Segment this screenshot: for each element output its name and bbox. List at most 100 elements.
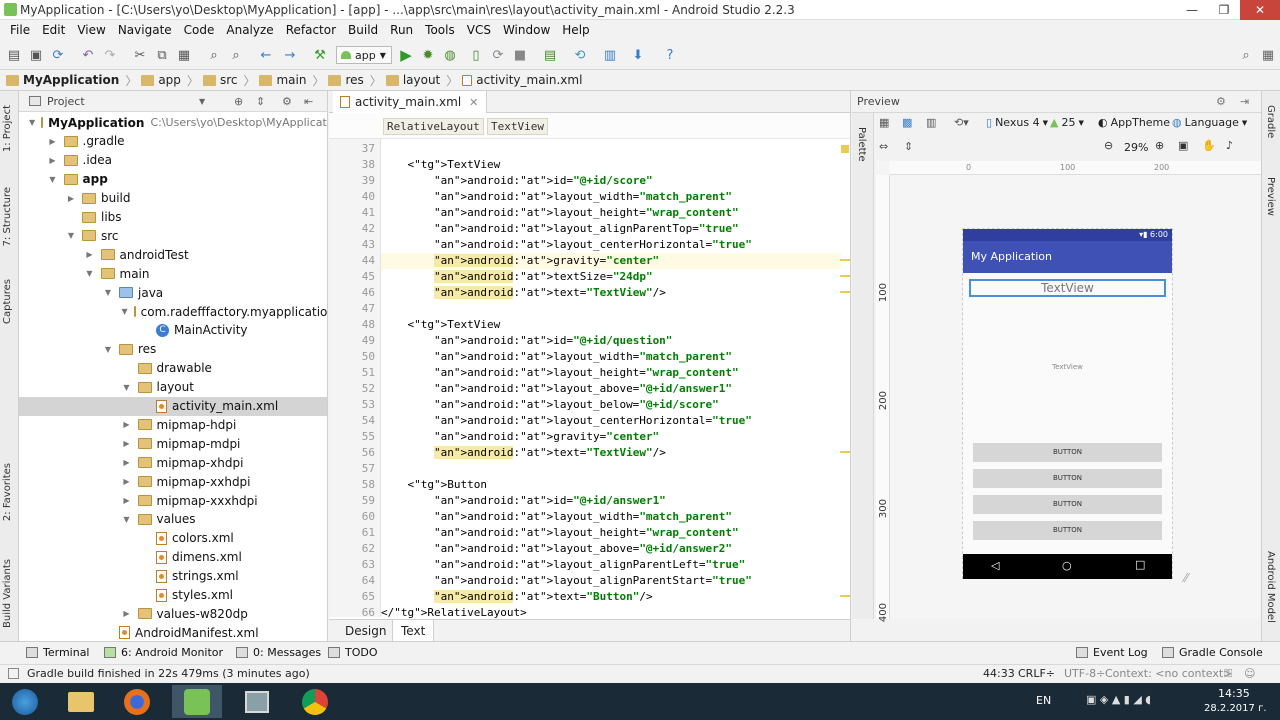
orientation-icon[interactable]: ⟲▾	[954, 116, 969, 129]
tool-tab-captures[interactable]: Captures	[2, 279, 13, 324]
debug-icon[interactable]: ✹	[420, 47, 436, 63]
language-select[interactable]: ◍ Language ▼	[1172, 116, 1247, 129]
menu-item-window[interactable]: Window	[497, 23, 556, 37]
menu-item-run[interactable]: Run	[384, 23, 419, 37]
sync-gradle-icon[interactable]: ⟲	[572, 47, 588, 63]
menu-item-vcs[interactable]: VCS	[461, 23, 497, 37]
terminal-tool[interactable]: Terminal	[26, 646, 90, 659]
blueprint-icon[interactable]: ▩	[902, 116, 912, 129]
warning-stripe[interactable]	[840, 259, 850, 261]
tree-item[interactable]: ▶ mipmap-xxhdpi	[19, 472, 327, 491]
maximize-icon[interactable]: ❐	[1208, 0, 1240, 20]
notification-icon[interactable]: ♪	[1226, 139, 1233, 152]
event-log-tool[interactable]: Event Log	[1076, 646, 1148, 659]
hide-panel-icon[interactable]: ⇥	[1240, 95, 1249, 108]
tree-item[interactable]: ▼ java	[19, 283, 327, 302]
project-structure-icon[interactable]: ▥	[602, 47, 618, 63]
gear-icon[interactable]: ⚙	[1216, 95, 1226, 108]
theme-select[interactable]: ◐ AppTheme	[1098, 116, 1170, 129]
warning-marker-icon[interactable]	[841, 145, 849, 153]
tree-item[interactable]: activity_main.xml	[19, 396, 327, 416]
lock-icon[interactable]: ⚿	[1224, 667, 1232, 681]
expanded-arrow-icon[interactable]: ▼	[122, 383, 132, 392]
tab-text[interactable]: Text	[392, 620, 435, 641]
tree-item[interactable]: strings.xml	[19, 567, 327, 586]
fit-icon[interactable]: ⇕	[904, 140, 913, 153]
avd-manager-icon[interactable]: ▤	[542, 47, 558, 63]
open-folder-icon[interactable]: ▤	[6, 47, 22, 63]
zoom-to-fit-icon[interactable]: ▣	[1178, 139, 1188, 152]
tool-tab-build-variants[interactable]: Build Variants	[2, 559, 13, 628]
palette-tab[interactable]: Palette	[856, 127, 867, 162]
breadcrumb-item[interactable]: MyApplication 〉	[6, 72, 137, 89]
phone-button-1[interactable]: BUTTON	[973, 443, 1162, 462]
layout-icon[interactable]: ▥	[926, 116, 936, 129]
api-select[interactable]: ▲ 25 ▼	[1050, 116, 1084, 129]
tree-item[interactable]: dimens.xml	[19, 548, 327, 567]
taskbar-firefox[interactable]	[112, 685, 162, 718]
breadcrumb-item[interactable]: main 〉	[259, 72, 324, 89]
tool-tab-android-model[interactable]: Android Model	[1265, 551, 1276, 623]
score-textview[interactable]: TextView	[969, 279, 1166, 297]
tree-item[interactable]: ▼ values	[19, 510, 327, 529]
breadcrumb-item[interactable]: layout 〉	[385, 72, 458, 89]
warning-stripe[interactable]	[840, 595, 850, 597]
tool-tab-structure[interactable]: 7: Structure	[2, 187, 13, 246]
copy-icon[interactable]: ⧉	[154, 47, 170, 63]
menu-item-file[interactable]: File	[4, 23, 36, 37]
breadcrumb-item[interactable]: res 〉	[328, 72, 382, 89]
paste-icon[interactable]: ▦	[176, 47, 192, 63]
tree-item[interactable]: ▼ res	[19, 340, 327, 359]
back-icon[interactable]: ←	[258, 47, 274, 63]
expanded-arrow-icon[interactable]: ▼	[29, 118, 35, 127]
tab-activity-main[interactable]: activity_main.xml ✕	[333, 91, 488, 113]
zoom-out-icon[interactable]: ⊖	[1104, 139, 1113, 152]
collapsed-arrow-icon[interactable]: ▶	[66, 194, 76, 203]
start-button[interactable]	[0, 685, 50, 718]
tree-item[interactable]: styles.xml	[19, 586, 327, 605]
menu-item-edit[interactable]: Edit	[36, 23, 71, 37]
collapse-all-icon[interactable]: ⇕	[256, 95, 265, 108]
warning-stripe[interactable]	[840, 291, 850, 293]
close-icon[interactable]: ✕	[1240, 0, 1280, 20]
tree-item[interactable]: drawable	[19, 359, 327, 378]
gear-icon[interactable]: ⚙	[282, 95, 292, 108]
phone-button-2[interactable]: BUTTON	[973, 469, 1162, 488]
scroll-from-source-icon[interactable]: ⊕	[234, 95, 243, 108]
settings-icon[interactable]: ▦	[1260, 47, 1276, 63]
project-view-selector[interactable]: Project	[47, 95, 85, 108]
menu-item-help[interactable]: Help	[556, 23, 595, 37]
tree-item[interactable]: colors.xml	[19, 529, 327, 548]
expanded-arrow-icon[interactable]: ▼	[103, 288, 113, 297]
tree-item[interactable]: ▶ mipmap-mdpi	[19, 434, 327, 453]
todo-tool[interactable]: TODO	[328, 646, 378, 659]
menu-item-refactor[interactable]: Refactor	[280, 23, 342, 37]
pan-icon[interactable]: ⇔	[879, 140, 888, 153]
find-icon[interactable]: ⌕	[206, 47, 222, 63]
input-language[interactable]: EN	[1036, 694, 1051, 707]
collapsed-arrow-icon[interactable]: ▶	[122, 609, 132, 618]
search-everywhere-icon[interactable]: ⌕	[1238, 47, 1254, 63]
tag-crumb-textview[interactable]: TextView	[487, 118, 548, 135]
sync-icon[interactable]: ⟳	[50, 47, 66, 63]
cut-icon[interactable]: ✂	[132, 47, 148, 63]
menu-item-view[interactable]: View	[71, 23, 111, 37]
taskbar-chrome[interactable]	[290, 685, 340, 718]
tree-item[interactable]: ▼ MyApplication C:\Users\yo\Desktop\MyAppl…	[19, 113, 327, 132]
sdk-manager-icon[interactable]: ⬇	[630, 47, 646, 63]
minimize-icon[interactable]: —	[1176, 0, 1208, 20]
collapsed-arrow-icon[interactable]: ▶	[122, 420, 132, 429]
expanded-arrow-icon[interactable]: ▼	[122, 307, 128, 316]
close-tab-icon[interactable]: ✕	[469, 96, 478, 109]
menu-item-build[interactable]: Build	[342, 23, 384, 37]
tree-item[interactable]: ▶ mipmap-hdpi	[19, 415, 327, 434]
replace-icon[interactable]: ⌕	[228, 47, 244, 63]
menu-item-navigate[interactable]: Navigate	[112, 23, 178, 37]
collapsed-arrow-icon[interactable]: ▶	[85, 250, 95, 259]
save-icon[interactable]: ▣	[28, 47, 44, 63]
file-encoding[interactable]: UTF-8÷	[1064, 667, 1105, 680]
forward-icon[interactable]: →	[282, 47, 298, 63]
hide-panel-icon[interactable]: ⇤	[304, 95, 313, 108]
tree-item[interactable]: ▼ src	[19, 226, 327, 245]
attach-icon[interactable]: ▯	[468, 47, 484, 63]
